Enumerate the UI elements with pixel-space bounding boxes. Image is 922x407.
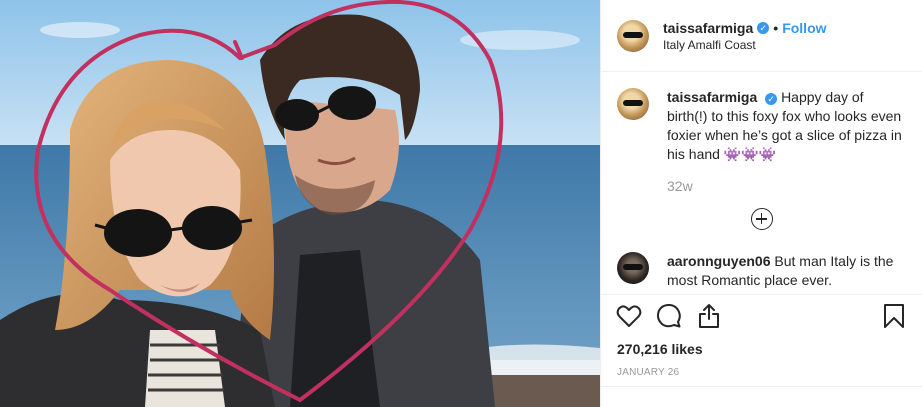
action-bar [601, 295, 922, 337]
caption-text-block: taissafarmiga ✓ Happy day of birth(!) to… [667, 88, 903, 164]
heart-icon [616, 305, 642, 327]
caption-age[interactable]: 32w [667, 178, 922, 194]
header-meta: taissafarmiga ✓ • Follow Italy Amalfi Co… [663, 20, 827, 52]
likes-count[interactable]: 270,216 likes [601, 337, 922, 357]
post-sidebar: taissafarmiga ✓ • Follow Italy Amalfi Co… [600, 0, 922, 407]
location-link[interactable]: Italy Amalfi Coast [663, 38, 827, 52]
post-container: taissafarmiga ✓ • Follow Italy Amalfi Co… [0, 0, 922, 407]
header-user-line: taissafarmiga ✓ • Follow [663, 20, 827, 36]
caption: taissafarmiga ✓ Happy day of birth(!) to… [601, 72, 922, 164]
like-button[interactable] [609, 296, 649, 336]
share-button[interactable] [689, 296, 729, 336]
comment-avatar[interactable] [617, 252, 649, 284]
follow-button[interactable]: Follow [782, 20, 826, 36]
separator-dot: • [773, 19, 779, 36]
comment-item: aaronnguyen06 But man Italy is the most … [601, 230, 922, 290]
comment-username[interactable]: aaronnguyen06 [667, 253, 770, 269]
bookmark-icon [884, 304, 904, 328]
verified-badge-icon: ✓ [757, 21, 770, 34]
post-header: taissafarmiga ✓ • Follow Italy Amalfi Co… [601, 0, 922, 72]
comment-text-block: aaronnguyen06 But man Italy is the most … [667, 252, 903, 290]
post-photo[interactable] [0, 0, 600, 407]
caption-username[interactable]: taissafarmiga [667, 89, 757, 105]
comment-icon [656, 304, 681, 328]
selfie-photo [0, 0, 600, 407]
comments-list[interactable]: taissafarmiga ✓ Happy day of birth(!) to… [601, 72, 922, 294]
actions-section: 270,216 likes JANUARY 26 [601, 294, 922, 378]
caption-avatar[interactable] [617, 88, 649, 120]
divider [601, 386, 922, 387]
post-date[interactable]: JANUARY 26 [601, 357, 922, 378]
plus-circle-icon[interactable] [750, 208, 773, 230]
avatar[interactable] [617, 19, 649, 52]
username[interactable]: taissafarmiga [663, 20, 753, 36]
verified-badge-icon: ✓ [765, 93, 778, 105]
comment-button[interactable] [649, 296, 689, 336]
save-button[interactable] [874, 296, 914, 336]
share-icon [699, 304, 719, 328]
